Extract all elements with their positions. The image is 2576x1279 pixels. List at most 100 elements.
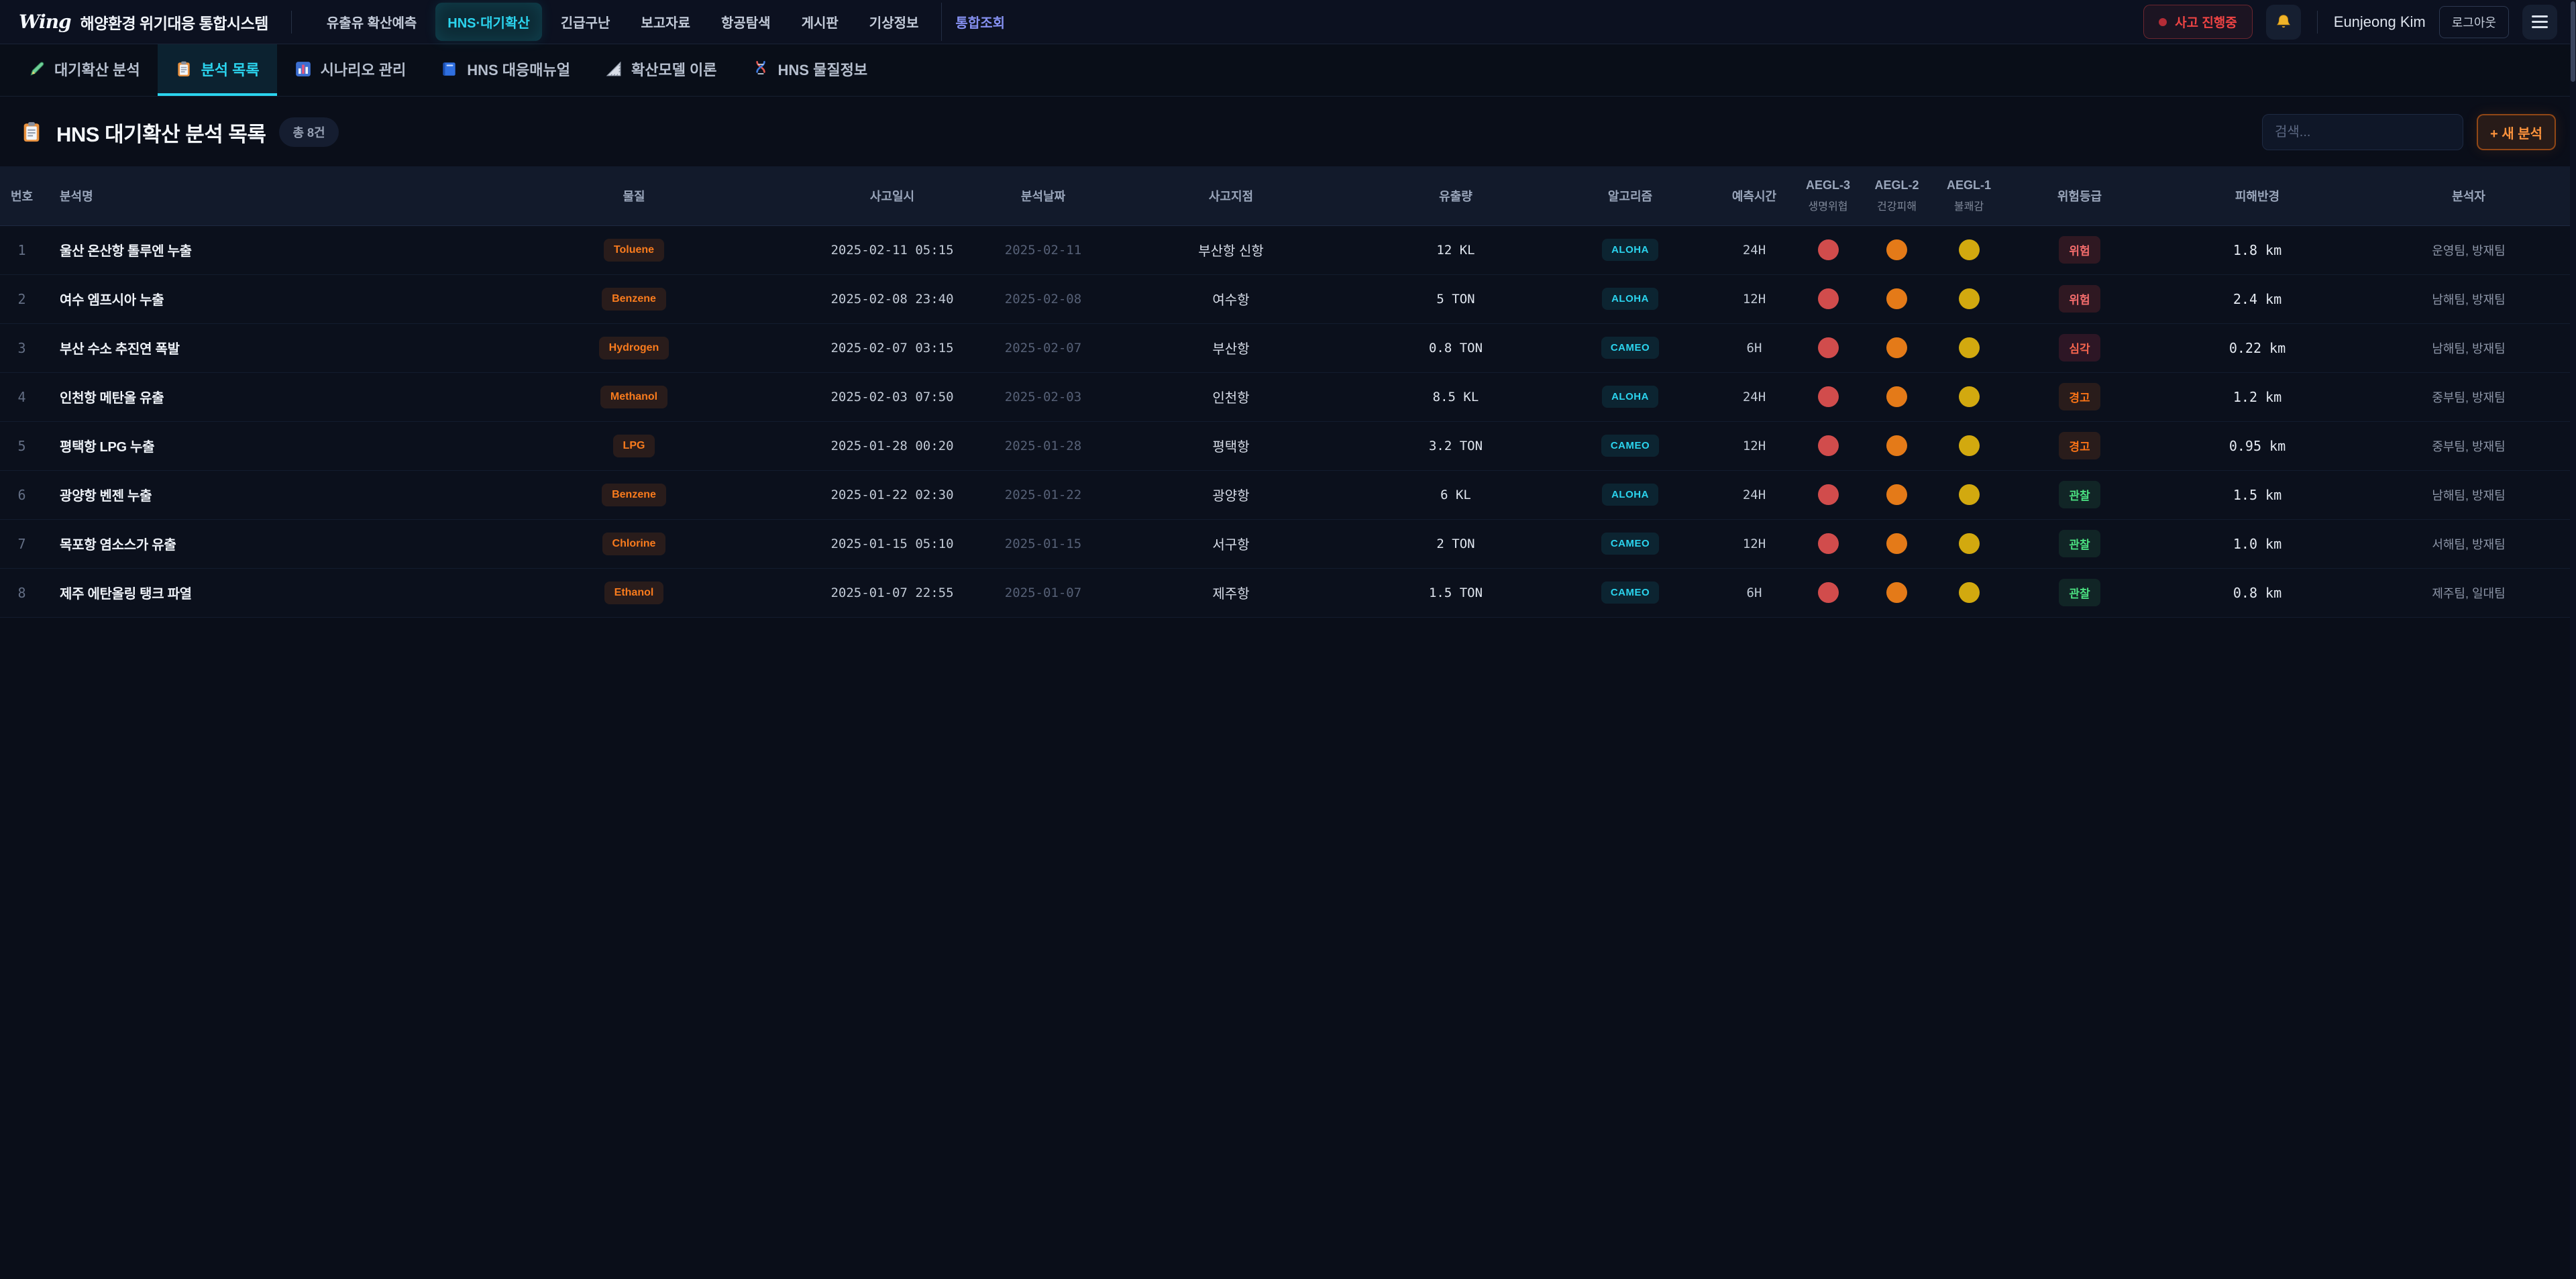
new-analysis-button[interactable]: + 새 분석 <box>2477 114 2556 150</box>
aegl1-indicator <box>1959 239 1980 260</box>
aegl2-indicator <box>1886 533 1907 554</box>
damage-radius: 1.5 km <box>2153 470 2361 519</box>
aegl2-indicator <box>1886 484 1907 505</box>
tab[interactable]: HNS 물질정보 <box>735 44 885 96</box>
navbar-right: 사고 진행중 Eunjeong Kim 로그아웃 <box>2143 5 2557 40</box>
tab-icon <box>294 60 312 78</box>
row-number: 3 <box>0 323 44 372</box>
analyst: 서해팀, 방재팀 <box>2361 519 2576 568</box>
nav-item[interactable]: HNS·대기확산 <box>435 3 542 41</box>
spill-amount: 3.2 TON <box>1365 421 1546 470</box>
incident-datetime: 2025-02-03 07:50 <box>795 372 989 421</box>
row-number: 8 <box>0 568 44 617</box>
damage-radius: 0.22 km <box>2153 323 2361 372</box>
material-badge: Benzene <box>602 288 666 311</box>
nav-item[interactable]: 기상정보 <box>857 3 931 41</box>
notifications-button[interactable] <box>2266 5 2301 40</box>
column-header: 위험등급 <box>2006 166 2153 225</box>
tab-icon <box>605 60 623 78</box>
nav-item-integrated-search[interactable]: 통합조회 <box>941 3 1018 41</box>
logo-mark: Wing <box>19 11 71 33</box>
analysis-date: 2025-01-07 <box>989 568 1097 617</box>
tab[interactable]: 분석 목록 <box>158 44 277 96</box>
incident-location: 광양항 <box>1097 470 1365 519</box>
incident-location: 평택항 <box>1097 421 1365 470</box>
forecast-duration: 12H <box>1714 421 1794 470</box>
total-count-badge: 총 8건 <box>279 117 338 147</box>
incident-datetime: 2025-02-07 03:15 <box>795 323 989 372</box>
aegl2-indicator <box>1886 337 1907 358</box>
table-row[interactable]: 6 광양항 벤젠 누출 Benzene 2025-01-22 02:30 202… <box>0 470 2576 519</box>
column-header: AEGL-3 생명위협 <box>1794 166 1862 225</box>
logout-button[interactable]: 로그아웃 <box>2439 6 2509 38</box>
column-header: 물질 <box>473 166 795 225</box>
search-input[interactable] <box>2262 114 2463 150</box>
table-row[interactable]: 1 울산 온산항 톨루엔 누출 Toluene 2025-02-11 05:15… <box>0 225 2576 274</box>
analysis-name: 평택항 LPG 누출 <box>44 421 473 470</box>
aegl3-indicator <box>1818 288 1839 309</box>
aegl1-indicator <box>1959 435 1980 456</box>
table-row[interactable]: 3 부산 수소 추진연 폭발 Hydrogen 2025-02-07 03:15… <box>0 323 2576 372</box>
nav-item[interactable]: 항공탐색 <box>709 3 783 41</box>
algorithm-badge: CAMEO <box>1601 581 1659 604</box>
damage-radius: 0.8 km <box>2153 568 2361 617</box>
aegl3-indicator <box>1818 386 1839 407</box>
aegl2-indicator <box>1886 239 1907 260</box>
tab[interactable]: 시나리오 관리 <box>277 44 424 96</box>
scrollbar-thumb[interactable] <box>2571 1 2575 82</box>
risk-badge: 심각 <box>2059 334 2100 362</box>
tab-icon <box>28 60 46 78</box>
aegl1-indicator <box>1959 484 1980 505</box>
incident-location: 여수항 <box>1097 274 1365 323</box>
column-header: 예측시간 <box>1714 166 1794 225</box>
nav-item[interactable]: 유출유 확산예측 <box>315 3 429 41</box>
column-header: 분석날짜 <box>989 166 1097 225</box>
aegl1-indicator <box>1959 533 1980 554</box>
risk-badge: 경고 <box>2059 383 2100 410</box>
tab[interactable]: 대기확산 분석 <box>11 44 158 96</box>
incident-location: 부산항 <box>1097 323 1365 372</box>
row-number: 2 <box>0 274 44 323</box>
tab-label: 대기확산 분석 <box>54 58 140 80</box>
nav-item[interactable]: 보고자료 <box>629 3 702 41</box>
nav-item[interactable]: 게시판 <box>790 3 851 41</box>
table-row[interactable]: 8 제주 에탄올링 탱크 파열 Ethanol 2025-01-07 22:55… <box>0 568 2576 617</box>
spill-amount: 0.8 TON <box>1365 323 1546 372</box>
risk-badge: 관찰 <box>2059 530 2100 557</box>
material-badge: Benzene <box>602 484 666 506</box>
forecast-duration: 12H <box>1714 519 1794 568</box>
spill-amount: 5 TON <box>1365 274 1546 323</box>
tab[interactable]: 확산모델 이론 <box>588 44 735 96</box>
damage-radius: 1.8 km <box>2153 225 2361 274</box>
aegl2-indicator <box>1886 435 1907 456</box>
analyst: 남해팀, 방재팀 <box>2361 274 2576 323</box>
table-row[interactable]: 4 인천항 메탄올 유출 Methanol 2025-02-03 07:50 2… <box>0 372 2576 421</box>
risk-badge: 위험 <box>2059 285 2100 313</box>
app-logo[interactable]: Wing 해양환경 위기대응 통합시스템 <box>19 11 268 34</box>
tab-icon <box>752 60 769 78</box>
incident-datetime: 2025-01-07 22:55 <box>795 568 989 617</box>
table-row[interactable]: 2 여수 엠프시아 누출 Benzene 2025-02-08 23:40 20… <box>0 274 2576 323</box>
aegl3-indicator <box>1818 533 1839 554</box>
scrollbar[interactable] <box>2570 0 2576 1279</box>
analysis-name: 여수 엠프시아 누출 <box>44 274 473 323</box>
tab-label: 시나리오 관리 <box>321 58 407 80</box>
hamburger-icon <box>2532 15 2548 28</box>
tab[interactable]: HNS 대응매뉴얼 <box>423 44 588 96</box>
material-badge: LPG <box>613 435 655 457</box>
spill-amount: 12 KL <box>1365 225 1546 274</box>
aegl1-indicator <box>1959 288 1980 309</box>
table-row[interactable]: 5 평택항 LPG 누출 LPG 2025-01-28 00:20 2025-0… <box>0 421 2576 470</box>
table-header: 번호 분석명 물질 사고일시 분석날짜 사고지점 유출량 알고리즘 예측시간 A… <box>0 166 2576 225</box>
algorithm-badge: CAMEO <box>1601 435 1659 457</box>
menu-button[interactable] <box>2522 5 2557 40</box>
incident-datetime: 2025-01-15 05:10 <box>795 519 989 568</box>
forecast-duration: 24H <box>1714 372 1794 421</box>
incident-location: 서구항 <box>1097 519 1365 568</box>
clipboard-icon <box>20 121 43 144</box>
table-row[interactable]: 7 목포항 염소스가 유출 Chlorine 2025-01-15 05:10 … <box>0 519 2576 568</box>
nav-item[interactable]: 긴급구난 <box>549 3 623 41</box>
forecast-duration: 12H <box>1714 274 1794 323</box>
algorithm-badge: ALOHA <box>1602 239 1658 261</box>
analyst: 제주팀, 일대팀 <box>2361 568 2576 617</box>
